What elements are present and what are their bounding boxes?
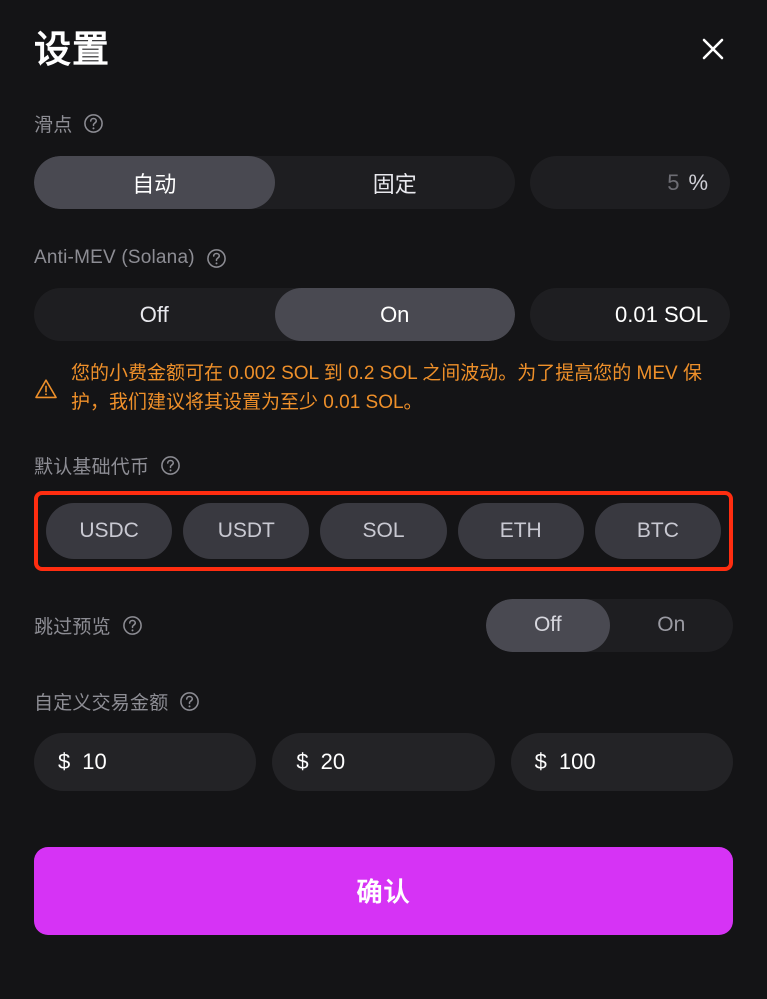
custom-amount-group: $ 10 $ 20 $ 100 [34,732,733,791]
anti-mev-tip-input[interactable]: 0.01 SOL [530,288,730,341]
slippage-value-input[interactable]: 5 % [530,156,730,209]
close-button[interactable] [693,29,733,69]
panel-header: 设置 [34,0,733,88]
slippage-unit: % [688,169,708,195]
close-icon [702,38,724,60]
skip-preview-label-row: 跳过预览 [34,612,143,639]
base-token-btc[interactable]: BTC [594,502,722,559]
custom-amount-label: 自定义交易金额 [34,692,169,714]
skip-preview-off[interactable]: Off [486,598,610,652]
help-circle-icon[interactable] [122,615,143,636]
slippage-label: 滑点 [34,115,73,136]
skip-preview-on[interactable]: On [610,599,734,652]
base-token-highlight-box: USDC USDT SOL ETH BTC [34,490,733,571]
base-token-usdt[interactable]: USDT [183,502,310,559]
slippage-mode-group: 自动 固定 [34,156,515,209]
anti-mev-off[interactable]: Off [34,288,275,341]
slippage-mode-fixed[interactable]: 固定 [275,156,516,209]
anti-mev-controls: Off On 0.01 SOL [34,288,733,341]
currency-symbol: $ [296,748,309,774]
anti-mev-on[interactable]: On [274,288,515,341]
settings-panel: 设置 滑点 自动 固定 5 % Anti-MEV (Solana) Off On… [0,0,767,999]
slippage-value-placeholder: 5 [667,169,680,195]
page-title: 设置 [34,28,110,70]
currency-symbol: $ [534,748,547,774]
skip-preview-toggle-group: Off On [486,598,734,652]
warning-triangle-icon [35,379,57,399]
custom-amount-value-1: 10 [82,748,107,774]
base-token-usdc[interactable]: USDC [46,502,173,559]
custom-amount-value-3: 100 [558,748,596,774]
slippage-controls: 自动 固定 5 % [34,156,733,209]
confirm-button[interactable]: 确认 [34,846,733,935]
currency-symbol: $ [58,748,71,774]
help-circle-icon[interactable] [160,455,181,476]
custom-amount-input-3[interactable]: $ 100 [510,732,733,791]
skip-preview-label: 跳过预览 [34,616,111,638]
base-token-group: USDC USDT SOL ETH BTC [46,502,722,559]
custom-amount-input-2[interactable]: $ 20 [272,732,495,791]
anti-mev-warning: 您的小费金额可在 0.002 SOL 到 0.2 SOL 之间波动。为了提高您的… [34,360,733,418]
anti-mev-label-row: Anti-MEV (Solana) [34,247,733,269]
skip-preview-row: 跳过预览 Off On [34,598,734,652]
anti-mev-label: Anti-MEV (Solana) [34,247,195,268]
custom-amount-input-1[interactable]: $ 10 [34,732,257,791]
help-circle-icon[interactable] [83,113,104,134]
help-circle-icon[interactable] [206,248,227,269]
custom-amount-label-row: 自定义交易金额 [34,688,733,715]
base-token-eth[interactable]: ETH [457,502,584,559]
help-circle-icon[interactable] [179,691,200,712]
custom-amount-value-2: 20 [320,748,346,774]
anti-mev-tip-value: 0.01 SOL [615,301,708,327]
anti-mev-toggle-group: Off On [34,288,515,341]
anti-mev-warning-text: 您的小费金额可在 0.002 SOL 到 0.2 SOL 之间波动。为了提高您的… [71,363,702,413]
slippage-mode-auto[interactable]: 自动 [34,156,275,209]
slippage-label-row: 滑点 [34,110,733,137]
base-token-sol[interactable]: SOL [320,502,447,559]
base-token-label-row: 默认基础代币 [34,452,733,479]
base-token-label: 默认基础代币 [34,456,150,478]
